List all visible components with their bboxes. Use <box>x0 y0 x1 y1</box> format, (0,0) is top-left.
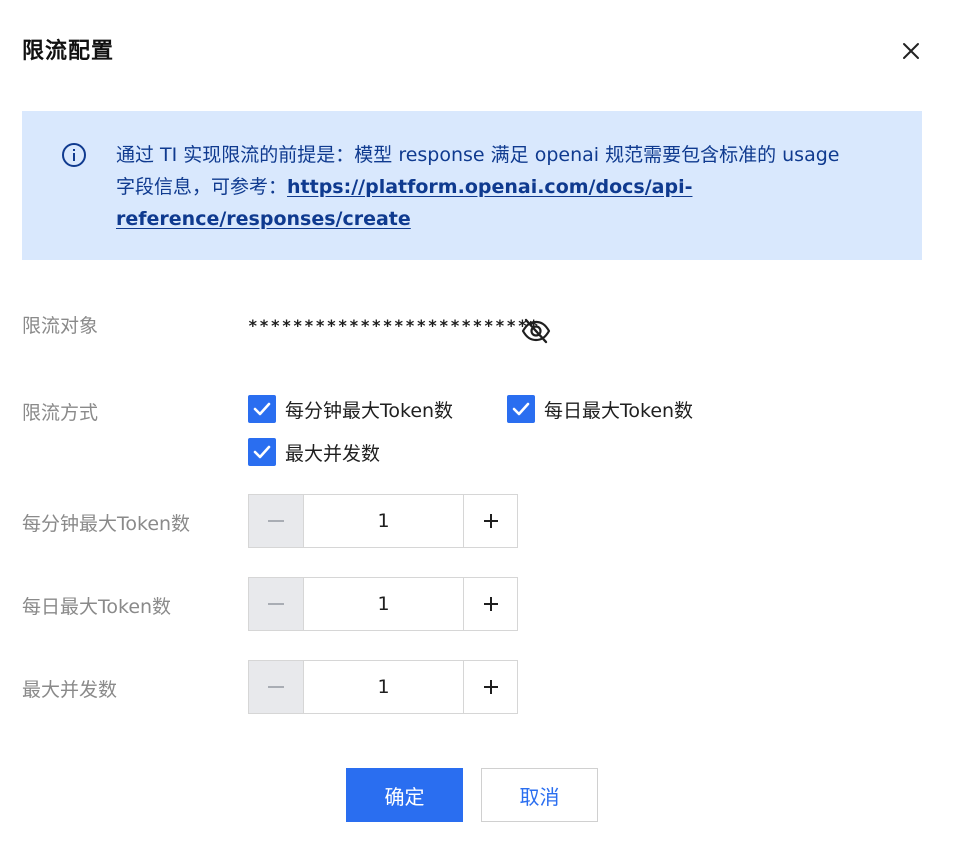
dialog-title: 限流配置 <box>22 39 115 64</box>
checkbox-daily-token[interactable]: 每日最大Token数 <box>507 395 693 423</box>
rate-limit-dialog: 限流配置 通过 TI 实现限流的前提是：模型 response 满足 opena… <box>0 0 954 850</box>
checkbox-box[interactable] <box>507 395 535 423</box>
checkbox-label: 每分钟最大Token数 <box>285 399 454 422</box>
increment-button[interactable] <box>463 578 517 630</box>
stepper-value[interactable]: 1 <box>304 578 463 630</box>
plus-icon <box>483 514 498 528</box>
confirm-button[interactable]: 确定 <box>346 768 463 822</box>
decrement-button[interactable] <box>249 495 304 547</box>
method-label: 限流方式 <box>22 402 99 424</box>
minus-icon <box>268 686 284 688</box>
increment-button[interactable] <box>463 495 517 547</box>
minute-token-stepper: 1 <box>248 494 518 548</box>
info-notice: 通过 TI 实现限流的前提是：模型 response 满足 openai 规范需… <box>22 111 922 260</box>
plus-icon <box>483 597 498 611</box>
checkbox-minute-token[interactable]: 每分钟最大Token数 <box>248 395 453 423</box>
checkbox-max-concurrency[interactable]: 最大并发数 <box>248 438 380 466</box>
cancel-button[interactable]: 取消 <box>481 768 598 822</box>
check-icon <box>512 402 530 416</box>
plus-icon <box>483 680 498 694</box>
notice-text: 通过 TI 实现限流的前提是：模型 response 满足 openai 规范需… <box>116 139 846 235</box>
checkbox-label: 最大并发数 <box>285 442 381 465</box>
stepper-value[interactable]: 1 <box>304 495 463 547</box>
minus-icon <box>268 603 284 605</box>
info-icon <box>62 143 86 167</box>
minute-token-label: 每分钟最大Token数 <box>22 513 191 535</box>
masked-target-value: ************************** <box>248 316 541 335</box>
check-icon <box>253 445 271 459</box>
daily-token-label: 每日最大Token数 <box>22 596 172 618</box>
decrement-button[interactable] <box>249 578 304 630</box>
target-label: 限流对象 <box>22 315 99 337</box>
checkbox-label: 每日最大Token数 <box>544 399 694 422</box>
stepper-value[interactable]: 1 <box>304 661 463 713</box>
checkbox-box[interactable] <box>248 438 276 466</box>
check-icon <box>253 402 271 416</box>
eye-off-icon[interactable] <box>520 315 552 347</box>
minus-icon <box>268 520 284 522</box>
max-concurrency-stepper: 1 <box>248 660 518 714</box>
close-button[interactable] <box>896 36 926 66</box>
decrement-button[interactable] <box>249 661 304 713</box>
max-concurrency-label: 最大并发数 <box>22 679 118 701</box>
daily-token-stepper: 1 <box>248 577 518 631</box>
close-icon <box>903 43 919 59</box>
increment-button[interactable] <box>463 661 517 713</box>
checkbox-box[interactable] <box>248 395 276 423</box>
